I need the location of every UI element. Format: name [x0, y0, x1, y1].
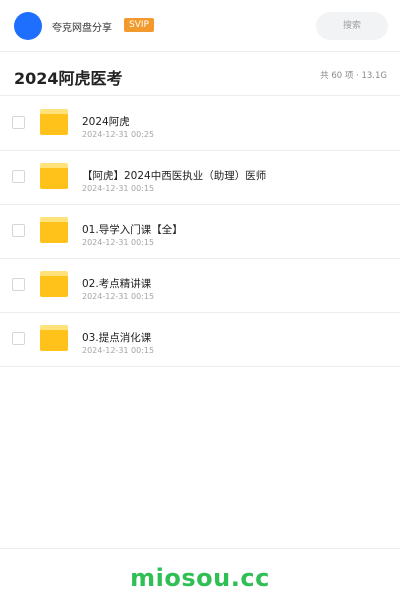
item-checkbox[interactable] [12, 332, 25, 345]
item-date: 2024-12-31 00:15 [82, 292, 155, 301]
folder-header: 2024阿虎医考 共 60 项 · 13.1G [0, 52, 400, 96]
folder-icon [40, 325, 68, 351]
folder-icon [40, 217, 68, 243]
brand-name: 夸克网盘分享 [52, 23, 112, 34]
file-list: 2024阿虎 2024-12-31 00:25 【阿虎】2024中西医执业（助理… [0, 97, 400, 367]
item-date: 2024-12-31 00:15 [82, 346, 155, 355]
folder-icon [40, 163, 68, 189]
item-date: 2024-12-31 00:15 [82, 184, 155, 193]
footer: miosou.cc [0, 548, 400, 600]
page-title: 2024阿虎医考 [14, 69, 123, 88]
watermark-text: miosou.cc [130, 564, 270, 592]
avatar[interactable] [14, 12, 42, 40]
item-name: 03.提点消化课 [82, 332, 152, 344]
search-button[interactable]: 搜索 [316, 12, 388, 40]
item-checkbox[interactable] [12, 170, 25, 183]
list-item[interactable]: 【阿虎】2024中西医执业（助理）医师 2024-12-31 00:15 [0, 151, 400, 205]
folder-icon [40, 109, 68, 135]
list-item[interactable]: 2024阿虎 2024-12-31 00:25 [0, 97, 400, 151]
item-date: 2024-12-31 00:25 [82, 130, 155, 139]
item-checkbox[interactable] [12, 224, 25, 237]
svip-badge: SVIP [124, 18, 154, 32]
item-checkbox[interactable] [12, 116, 25, 129]
list-item[interactable]: 03.提点消化课 2024-12-31 00:15 [0, 313, 400, 367]
item-date: 2024-12-31 00:15 [82, 238, 155, 247]
list-item[interactable]: 02.考点精讲课 2024-12-31 00:15 [0, 259, 400, 313]
list-item[interactable]: 01.导学入门课【全】 2024-12-31 00:15 [0, 205, 400, 259]
item-count-size: 共 60 项 · 13.1G [320, 71, 387, 81]
folder-icon [40, 271, 68, 297]
item-name: 2024阿虎 [82, 116, 130, 128]
item-name: 01.导学入门课【全】 [82, 224, 183, 236]
item-checkbox[interactable] [12, 278, 25, 291]
top-bar: 夸克网盘分享 SVIP 搜索 [0, 0, 400, 52]
item-name: 【阿虎】2024中西医执业（助理）医师 [82, 170, 267, 182]
item-name: 02.考点精讲课 [82, 278, 152, 290]
